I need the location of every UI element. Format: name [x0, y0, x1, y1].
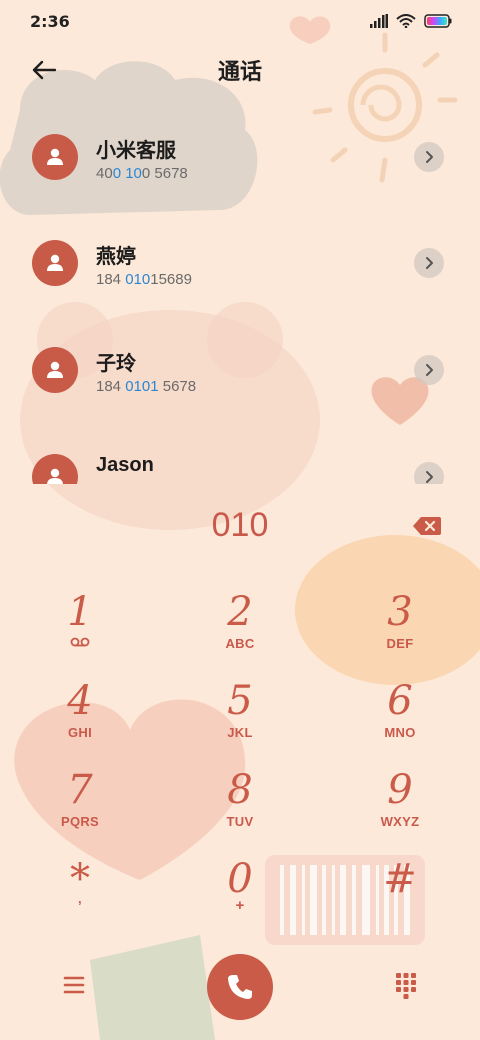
key-9[interactable]: 9 WXYZ	[340, 768, 460, 848]
contact-name: 燕婷	[96, 244, 136, 268]
number-text: 184	[96, 271, 126, 288]
key-5[interactable]: 5 JKL	[180, 679, 300, 759]
contact-number: 184 01015689	[96, 271, 192, 288]
contact-list: 小米客服 400 100 5678 燕婷 184 01015689 子玲 184…	[0, 104, 480, 484]
key-8[interactable]: 8 TUV	[180, 768, 300, 848]
menu-button[interactable]	[60, 972, 88, 998]
number-match-highlight: 0101	[125, 378, 159, 395]
contact-row[interactable]: Jason	[0, 424, 480, 484]
chevron-right-icon	[426, 257, 433, 269]
key-digit: 2	[227, 589, 253, 635]
number-text: 15689	[150, 271, 192, 288]
key-digit: 9	[387, 767, 413, 813]
avatar	[32, 240, 78, 286]
avatar	[32, 134, 78, 180]
number-text: 184	[96, 378, 126, 395]
person-icon	[47, 361, 63, 378]
chevron-right-icon	[426, 471, 433, 483]
app-bar: 通话	[0, 44, 480, 96]
key-letters: DEF	[386, 636, 414, 651]
status-bar: 2:36	[0, 0, 480, 42]
delete-button[interactable]	[412, 515, 442, 537]
bottom-bar	[0, 950, 480, 1030]
contact-row[interactable]: 子玲 184 0101 5678	[0, 317, 480, 417]
keypad: 1 2 ABC 3 DEF 4 GHI 5 JKL 6 MNO 7 PQRS 8…	[0, 590, 480, 930]
voicemail-icon	[70, 637, 90, 647]
key-2[interactable]: 2 ABC	[180, 590, 300, 670]
contact-details-button[interactable]	[414, 248, 444, 278]
contact-row[interactable]: 小米客服 400 100 5678	[0, 104, 480, 204]
person-icon	[47, 254, 63, 271]
key-0[interactable]: 0 +	[180, 857, 300, 937]
dialpad-icon	[396, 973, 416, 999]
key-digit: 8	[227, 767, 253, 813]
key-letters: ABC	[225, 636, 255, 651]
key-4[interactable]: 4 GHI	[20, 679, 140, 759]
contact-name: 子玲	[96, 351, 136, 375]
menu-icon	[63, 976, 85, 994]
number-match-highlight: 0 10	[112, 165, 142, 182]
status-icons	[370, 14, 452, 28]
signal-icon	[370, 14, 388, 28]
chevron-right-icon	[426, 364, 433, 376]
person-icon	[47, 148, 63, 165]
phone-icon	[228, 975, 252, 999]
key-6[interactable]: 6 MNO	[340, 679, 460, 759]
person-icon	[47, 468, 63, 484]
key-digit: 1	[67, 589, 93, 635]
call-button[interactable]	[207, 954, 273, 1020]
wifi-icon	[396, 14, 416, 28]
key-digit: 0	[227, 856, 253, 902]
contact-details-button[interactable]	[414, 142, 444, 172]
key-1[interactable]: 1	[20, 590, 140, 670]
key-letters: GHI	[67, 725, 92, 740]
backspace-icon	[413, 517, 441, 535]
number-text: 40	[96, 165, 113, 182]
key-digit: 5	[227, 678, 253, 724]
number-match-highlight: 010	[125, 271, 151, 288]
contact-row[interactable]: 燕婷 184 01015689	[0, 210, 480, 310]
key-letters: TUV	[226, 814, 254, 829]
key-hash[interactable]: #	[340, 857, 460, 937]
number-text: 5678	[158, 378, 197, 395]
number-text: 0 5678	[141, 165, 188, 182]
key-letters: MNO	[384, 725, 416, 740]
key-7[interactable]: 7 PQRS	[20, 768, 140, 848]
key-letters: +	[235, 897, 245, 914]
key-letters: WXYZ	[380, 814, 420, 829]
key-digit: #	[383, 856, 417, 902]
contact-details-button[interactable]	[414, 355, 444, 385]
back-button[interactable]	[26, 54, 62, 86]
key-letters: ,	[78, 891, 82, 906]
avatar	[32, 454, 78, 484]
status-time: 2:36	[30, 11, 70, 31]
contact-details-button[interactable]	[414, 462, 444, 484]
key-digit: 3	[387, 589, 413, 635]
key-digit: 7	[67, 767, 93, 813]
key-letters: PQRS	[60, 814, 100, 829]
avatar	[32, 347, 78, 393]
contact-name: Jason	[96, 454, 154, 476]
battery-icon	[424, 14, 452, 28]
contact-name: 小米客服	[96, 138, 176, 162]
key-digit: 4	[67, 678, 93, 724]
contact-number: 184 0101 5678	[96, 378, 196, 395]
key-digit: 6	[387, 678, 413, 724]
key-3[interactable]: 3 DEF	[340, 590, 460, 670]
contact-number: 400 100 5678	[96, 165, 188, 182]
key-letters: JKL	[227, 725, 253, 740]
chevron-right-icon	[426, 151, 433, 163]
arrow-left-icon	[32, 60, 57, 80]
key-star[interactable]: * ,	[20, 857, 140, 937]
dialed-number[interactable]: 010	[0, 506, 480, 545]
page-title: 通话	[217, 60, 262, 85]
dial-display: 010	[0, 500, 480, 554]
dialpad-toggle-button[interactable]	[392, 970, 420, 1000]
